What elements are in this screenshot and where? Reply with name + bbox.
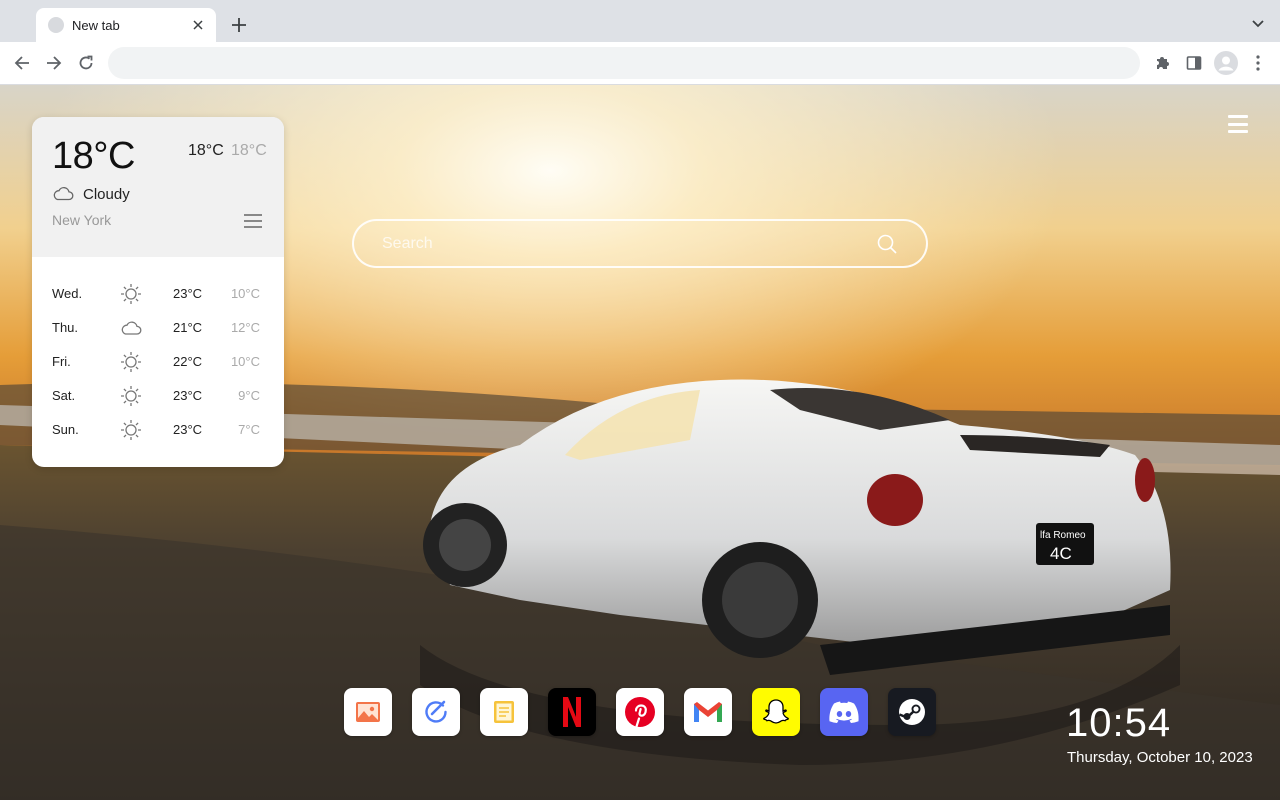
menu-bar [1228, 115, 1248, 118]
app-notes[interactable] [480, 688, 528, 736]
forecast-day: Fri. [52, 354, 71, 369]
forecast-day: Sun. [52, 422, 79, 437]
arrow-right-icon [47, 56, 62, 70]
pinterest-icon [625, 697, 655, 728]
app-steam[interactable] [888, 688, 936, 736]
forecast-row: Thu. 21°C 12°C [32, 311, 284, 345]
page-menu-button[interactable] [1228, 115, 1248, 133]
extensions-button[interactable] [1149, 50, 1175, 76]
sun-icon [121, 420, 141, 440]
photos-icon [356, 702, 380, 722]
clock-date: Thursday, October 10, 2023 [1067, 749, 1253, 766]
today-high: 18°C [188, 142, 224, 159]
forecast-row: Sat. 23°C 9°C [32, 379, 284, 413]
weather-condition: Cloudy [83, 186, 130, 203]
menu-bar [1228, 130, 1248, 133]
sun-icon [121, 386, 141, 406]
forecast-high: 21°C [173, 320, 203, 335]
address-bar[interactable] [108, 47, 1140, 79]
search-icon[interactable] [876, 233, 898, 255]
clock-time: 10:54 [1066, 701, 1172, 745]
search-box [352, 219, 928, 268]
forecast-high: 23°C [173, 286, 203, 301]
forecast-high: 22°C [173, 354, 203, 369]
app-snapchat[interactable] [752, 688, 800, 736]
avatar-icon [1214, 51, 1238, 75]
plus-icon [232, 18, 246, 32]
menu-bar [244, 220, 262, 222]
tab-search-button[interactable] [1248, 14, 1268, 34]
menu-bar [244, 214, 262, 216]
cloud-icon [53, 187, 74, 201]
tab-title: New tab [72, 17, 120, 33]
more-vertical-icon [1256, 55, 1260, 71]
app-pinterest[interactable] [616, 688, 664, 736]
weather-city: New York [52, 212, 112, 228]
menu-bar [1228, 122, 1248, 126]
forecast-low: 7°C [238, 422, 260, 437]
tab-new-tab[interactable]: New tab [36, 8, 216, 42]
puzzle-icon [1157, 57, 1169, 69]
edit-icon [425, 700, 447, 723]
forecast-day: Sat. [52, 388, 76, 403]
license-plate-text: lfa Romeo [1040, 530, 1086, 541]
side-panel-button[interactable] [1181, 50, 1207, 76]
forecast-high: 23°C [173, 388, 203, 403]
forecast-row: Wed. 23°C 10°C [32, 277, 284, 311]
reload-button[interactable] [73, 50, 99, 76]
sun-icon [121, 352, 141, 372]
discord-icon [829, 701, 859, 723]
chevron-down-icon [1252, 20, 1264, 28]
steam-icon [899, 699, 925, 725]
app-discord[interactable] [820, 688, 868, 736]
forecast-low: 9°C [238, 388, 260, 403]
weather-widget: 18°C 18°C 18°C Cloudy New York Wed. 23°C… [32, 117, 284, 467]
reload-icon [79, 55, 93, 70]
new-tab-button[interactable] [228, 14, 250, 36]
app-netflix[interactable] [548, 688, 596, 736]
sun-icon [121, 284, 141, 304]
gmail-icon [694, 702, 722, 722]
forecast-day: Thu. [52, 320, 79, 335]
browser-toolbar [0, 42, 1280, 85]
app-photos[interactable] [344, 688, 392, 736]
profile-button[interactable] [1213, 50, 1239, 76]
cloud-icon [121, 321, 142, 335]
notes-icon [494, 701, 514, 723]
arrow-left-icon [14, 56, 29, 70]
forward-button[interactable] [41, 50, 67, 76]
search-input[interactable] [382, 221, 862, 266]
side-panel-icon [1186, 56, 1202, 70]
forecast-low: 10°C [230, 354, 260, 369]
forecast-high: 23°C [173, 422, 203, 437]
browser-menu-button[interactable] [1245, 50, 1271, 76]
weather-current: 18°C 18°C 18°C Cloudy New York [32, 117, 284, 257]
back-button[interactable] [9, 50, 35, 76]
forecast-day: Wed. [52, 286, 83, 301]
license-plate-model: 4C [1050, 544, 1072, 563]
menu-bar [244, 226, 262, 228]
netflix-icon [563, 697, 581, 727]
snapchat-icon [763, 699, 789, 724]
forecast-low: 12°C [230, 320, 260, 335]
weather-menu-button[interactable] [244, 214, 262, 228]
new-tab-page: lfa Romeo 4C 18°C 18°C 18°C Cloudy New Y… [0, 85, 1280, 800]
tab-strip: New tab [0, 0, 1280, 42]
forecast-row: Fri. 22°C 10°C [32, 345, 284, 379]
forecast-low: 10°C [230, 286, 260, 301]
today-low: 18°C [231, 142, 267, 159]
forecast-row: Sun. 23°C 7°C [32, 413, 284, 447]
app-dock [344, 688, 936, 736]
tab-close-button[interactable] [190, 17, 206, 33]
tab-favicon [48, 17, 64, 33]
current-temperature: 18°C [52, 135, 135, 177]
app-edit[interactable] [412, 688, 460, 736]
close-icon [193, 20, 203, 30]
forecast-list: Wed. 23°C 10°C Thu. 21°C 12°C Fri. 22°C … [32, 277, 284, 447]
app-gmail[interactable] [684, 688, 732, 736]
